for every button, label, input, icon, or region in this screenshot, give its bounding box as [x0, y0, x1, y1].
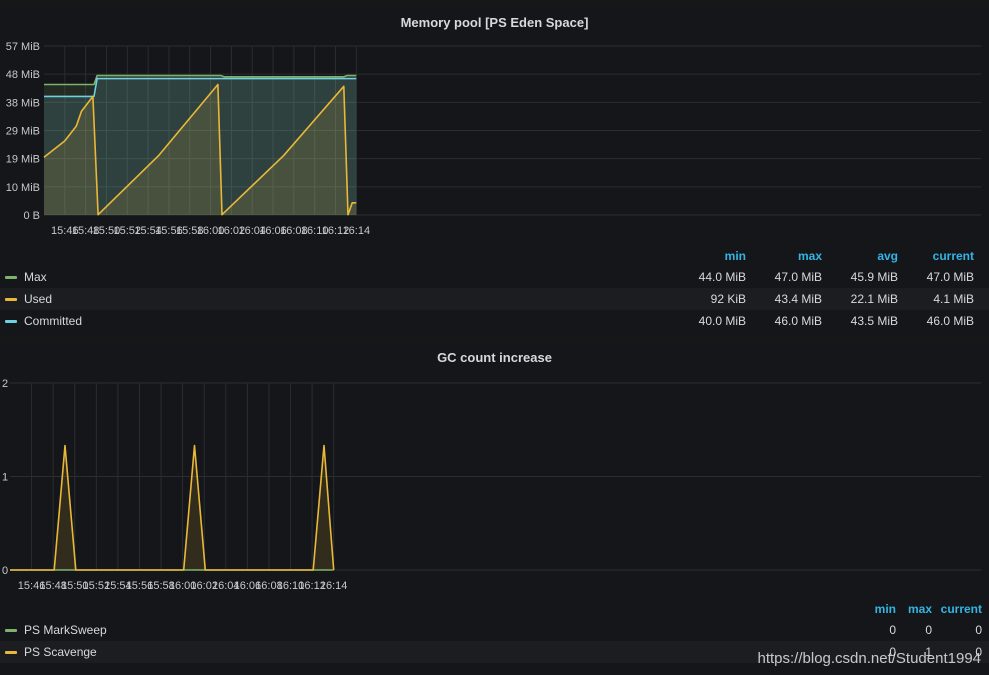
- legend-header-avg[interactable]: avg: [844, 249, 898, 263]
- watermark: https://blog.csdn.net/Student1994: [757, 650, 982, 667]
- legend-value-max: 47.0 MiB: [774, 270, 822, 284]
- legend-header-max[interactable]: max: [900, 602, 932, 616]
- memory-pool-panel: Memory pool [PS Eden Space] 0 B 10 MiB 19 …: [0, 8, 989, 335]
- y-tick-label: 29 MiB: [6, 126, 40, 138]
- y-tick-label: 0 B: [23, 210, 40, 222]
- legend-value-max: 46.0 MiB: [774, 314, 822, 328]
- legend-value-min: 44.0 MiB: [698, 270, 746, 284]
- legend-value-max: 0: [925, 623, 932, 637]
- legend-value-current: 0: [975, 623, 982, 637]
- legend-value-avg: 43.5 MiB: [850, 314, 898, 328]
- legend-header-min[interactable]: min: [692, 249, 746, 263]
- legend-value-current: 4.1 MiB: [933, 292, 974, 306]
- legend-header-current[interactable]: current: [935, 602, 982, 616]
- legend-header-max[interactable]: max: [768, 249, 822, 263]
- y-tick-label: 38 MiB: [6, 97, 40, 109]
- legend-value-avg: 22.1 MiB: [850, 292, 898, 306]
- legend-header-min[interactable]: min: [862, 602, 896, 616]
- legend-label[interactable]: PS Scavenge: [24, 641, 97, 663]
- y-tick-label: 2: [2, 378, 8, 390]
- legend-swatch-ps-marksweep: [5, 629, 17, 632]
- y-tick-label: 48 MiB: [6, 69, 40, 81]
- legend-value-max: 43.4 MiB: [774, 292, 822, 306]
- gc-count-panel: GC count increase 0 1 2 15:46 15:48 15:50 15:5…: [0, 343, 989, 675]
- legend-value-avg: 45.9 MiB: [850, 270, 898, 284]
- legend-swatch-ps-scavenge: [5, 651, 17, 654]
- y-tick-label: 10 MiB: [6, 182, 40, 194]
- series-area-ps-scavenge: [10, 445, 334, 570]
- legend-label[interactable]: Committed: [24, 310, 82, 332]
- legend-row-committed[interactable]: Committed 40.0 MiB 46.0 MiB 43.5 MiB 46.…: [0, 310, 989, 332]
- legend-row-ps-marksweep[interactable]: PS MarkSweep 0 0 0: [0, 619, 989, 641]
- legend-label[interactable]: PS MarkSweep: [24, 619, 107, 641]
- legend-label[interactable]: Max: [24, 266, 47, 288]
- y-tick-label: 19 MiB: [6, 154, 40, 166]
- y-tick-label: 0: [2, 565, 8, 577]
- y-tick-label: 57 MiB: [6, 41, 40, 53]
- legend-swatch-used: [5, 298, 17, 301]
- legend-swatch-committed: [5, 320, 17, 323]
- legend-value-min: 92 KiB: [710, 292, 746, 306]
- x-tick-label: 16:14: [343, 225, 371, 237]
- legend-swatch-max: [5, 276, 17, 279]
- legend-value-current: 47.0 MiB: [926, 270, 974, 284]
- legend-value-min: 40.0 MiB: [698, 314, 746, 328]
- x-tick-label: 16:14: [320, 580, 348, 592]
- legend-label[interactable]: Used: [24, 288, 52, 310]
- legend-value-min: 0: [889, 623, 896, 637]
- legend-row-max[interactable]: Max 44.0 MiB 47.0 MiB 45.9 MiB 47.0 MiB: [0, 266, 989, 288]
- legend-value-current: 46.0 MiB: [926, 314, 974, 328]
- y-tick-label: 1: [2, 472, 8, 484]
- legend-row-used[interactable]: Used 92 KiB 43.4 MiB 22.1 MiB 4.1 MiB: [0, 288, 989, 310]
- legend-header-current[interactable]: current: [915, 249, 974, 263]
